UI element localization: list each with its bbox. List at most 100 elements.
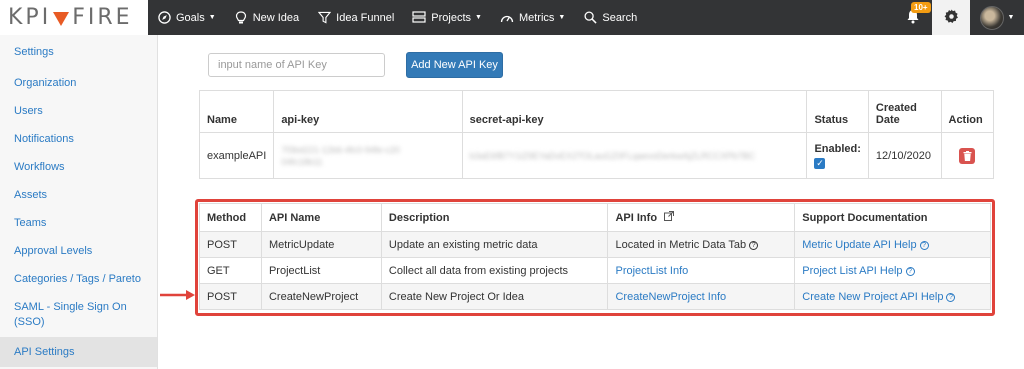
logo-text-right: FIRE <box>72 5 133 30</box>
api-endpoints-table: Method API Name Description API Info Sup… <box>199 203 991 310</box>
sidebar-item-api-settings[interactable]: API Settings <box>0 337 157 367</box>
table-row: exampleAPI 7f3bd221-12b6-4fc0-94fe-c2004… <box>198 132 994 179</box>
nav-search-label: Search <box>602 11 638 24</box>
col-header-status: Status <box>806 90 869 133</box>
api-info-cell: CreateNewProject Info <box>607 283 796 310</box>
support-link[interactable]: Project List API Help <box>802 265 902 277</box>
method-cell: GET <box>199 257 262 284</box>
api-info-header-label: API Info <box>615 212 658 224</box>
action-cell <box>940 132 994 179</box>
nav-goals-label: Goals <box>176 11 205 24</box>
secret-api-key-value: b3aE6fB7Y1iZ9EYaDvEX2TOLauGZ0FLqaevoDerk… <box>469 150 755 161</box>
logo-text-left: KPI <box>8 5 52 30</box>
nav-new-idea-label: New Idea <box>252 11 300 24</box>
sidebar-item-users[interactable]: Users <box>0 97 157 125</box>
table-row: GET ProjectList Collect all data from ex… <box>199 257 991 284</box>
table-row: POST CreateNewProject Create New Project… <box>199 283 991 310</box>
col-header-action: Action <box>940 90 994 133</box>
flame-icon <box>53 11 70 26</box>
col-header-api-info: API Info <box>607 203 796 232</box>
external-link-icon[interactable] <box>660 211 675 224</box>
description-cell: Collect all data from existing projects <box>380 257 609 284</box>
col-header-description: Description <box>380 203 609 232</box>
support-cell: Create New Project API Help? <box>794 283 991 310</box>
sidebar-item-categories[interactable]: Categories / Tags / Pareto <box>0 265 157 293</box>
notifications-button[interactable]: 10+ <box>894 0 932 35</box>
api-info-text: Located in Metric Data Tab <box>615 238 747 251</box>
chevron-down-icon: ▼ <box>558 14 566 21</box>
col-header-secret-api-key: secret-api-key <box>461 90 808 133</box>
api-info-cell: ProjectList Info <box>607 257 796 284</box>
description-cell: Create New Project Or Idea <box>380 283 609 310</box>
sidebar-item-organization[interactable]: Organization <box>0 69 157 97</box>
notification-badge: 10+ <box>911 2 931 13</box>
method-cell: POST <box>199 283 262 310</box>
sidebar-item-workflows[interactable]: Workflows <box>0 153 157 181</box>
chevron-down-icon: ▼ <box>1007 14 1015 21</box>
gauge-icon <box>500 11 514 25</box>
avatar <box>979 5 1004 30</box>
sidebar-item-saml-sso[interactable]: SAML - Single Sign On (SSO) <box>0 293 157 337</box>
add-new-api-key-button[interactable]: Add New API Key <box>406 52 503 78</box>
api-info-cell: Located in Metric Data Tab? <box>607 231 796 258</box>
funnel-icon <box>317 11 331 25</box>
sidebar-item-approval-levels[interactable]: Approval Levels <box>0 237 157 265</box>
sidebar-item-settings[interactable]: Settings <box>0 35 157 69</box>
search-icon <box>583 11 597 25</box>
trash-icon <box>963 150 972 161</box>
col-header-api-key: api-key <box>273 90 463 133</box>
support-link[interactable]: Metric Update API Help <box>802 239 916 251</box>
right-tools: 10+ ▼ <box>894 0 1024 35</box>
col-header-method: Method <box>199 203 262 232</box>
api-keys-table: Name api-key secret-api-key Status Creat… <box>198 90 994 179</box>
help-icon[interactable]: ? <box>919 240 929 250</box>
help-icon[interactable]: ? <box>749 240 759 250</box>
api-key-name-input[interactable] <box>208 53 385 77</box>
gear-icon <box>944 8 959 27</box>
api-info-link[interactable]: ProjectList Info <box>615 265 688 277</box>
lightbulb-icon <box>234 10 248 25</box>
nav-projects-label: Projects <box>431 11 472 24</box>
kpifire-logo[interactable]: KPI FIRE <box>0 0 148 35</box>
secret-api-key-cell: b3aE6fB7Y1iZ9EYaDvEX2TOLauGZ0FLqaevoDerk… <box>461 132 808 179</box>
compass-icon <box>157 11 171 25</box>
sidebar-item-assets[interactable]: Assets <box>0 181 157 209</box>
nav-goals[interactable]: Goals ▼ <box>148 0 225 35</box>
sidebar-item-notifications[interactable]: Notifications <box>0 125 157 153</box>
table-row: POST MetricUpdate Update an existing met… <box>199 231 991 258</box>
support-cell: Project List API Help? <box>794 257 991 284</box>
api-key-value: 7f3bd221-12b6-4fc0-94fe-c2004fc18b11 <box>281 144 400 167</box>
api-info-link[interactable]: CreateNewProject Info <box>615 291 726 303</box>
api-name-cell: MetricUpdate <box>260 231 382 258</box>
nav-search[interactable]: Search <box>574 0 646 35</box>
settings-sidebar: Settings Organization Users Notification… <box>0 35 158 369</box>
created-date-cell: 12/10/2020 <box>867 132 942 179</box>
support-link[interactable]: Create New Project API Help <box>802 291 943 303</box>
col-header-name: Name <box>198 90 275 133</box>
help-icon[interactable]: ? <box>946 292 956 302</box>
top-navbar: KPI FIRE Goals ▼ New Idea Idea Funnel Pr… <box>0 0 1024 35</box>
help-icon[interactable]: ? <box>905 266 915 276</box>
nav-projects[interactable]: Projects ▼ <box>403 0 491 35</box>
col-header-api-name: API Name <box>260 203 382 232</box>
main-nav: Goals ▼ New Idea Idea Funnel Projects ▼ <box>148 0 646 35</box>
nav-idea-funnel[interactable]: Idea Funnel <box>308 0 403 35</box>
nav-metrics-label: Metrics <box>518 11 555 24</box>
key-name-cell: exampleAPI <box>198 132 275 179</box>
nav-new-idea[interactable]: New Idea <box>225 0 308 35</box>
api-name-cell: ProjectList <box>260 257 382 284</box>
api-key-cell: 7f3bd221-12b6-4fc0-94fe-c2004fc18b11 <box>273 132 463 179</box>
settings-button[interactable] <box>932 0 970 35</box>
sidebar-item-teams[interactable]: Teams <box>0 209 157 237</box>
nav-idea-funnel-label: Idea Funnel <box>336 11 395 24</box>
description-cell: Update an existing metric data <box>380 231 609 258</box>
chevron-down-icon: ▼ <box>208 14 216 21</box>
col-header-created-date: Created Date <box>867 90 942 133</box>
api-name-cell: CreateNewProject <box>260 283 382 310</box>
nav-metrics[interactable]: Metrics ▼ <box>491 0 574 35</box>
status-cell: Enabled: ✓ <box>806 132 869 179</box>
delete-button[interactable] <box>959 147 976 164</box>
enabled-checkbox[interactable]: ✓ <box>814 157 826 169</box>
status-label: Enabled: <box>814 142 861 155</box>
user-menu[interactable]: ▼ <box>970 0 1024 35</box>
